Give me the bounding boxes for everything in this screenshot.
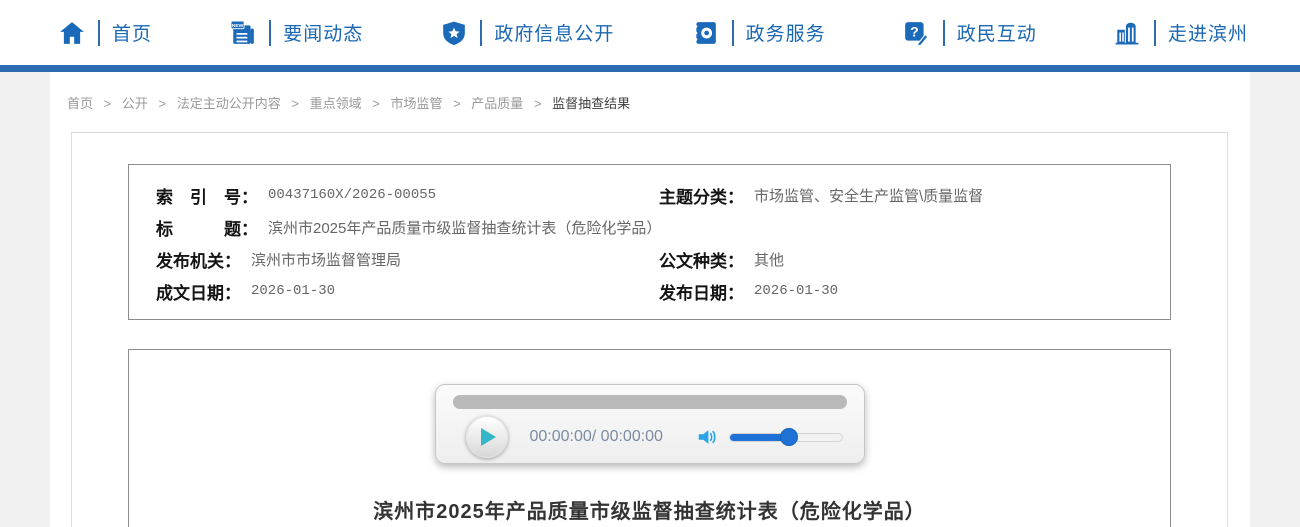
meta-label: 发布机关： <box>156 251 241 271</box>
meta-label: 索 引 号： <box>156 187 258 207</box>
nav-divider <box>731 19 734 46</box>
meta-field-doc-type: 公文种类： 其他 <box>659 247 1170 272</box>
meta-value: 市场监管、安全生产监管\质量监督 <box>754 187 984 205</box>
nav-accent-bar <box>0 65 1300 72</box>
interaction-icon: ? <box>903 19 930 46</box>
play-icon <box>481 428 496 446</box>
meta-field-date-published: 发布日期： 2026-01-30 <box>659 279 1170 304</box>
document-meta-table: 索 引 号： 00437160X/2026-00055 主题分类： 市场监管、安… <box>128 164 1171 320</box>
meta-field-category: 主题分类： 市场监管、安全生产监管\质量监督 <box>659 183 1170 208</box>
breadcrumb-item-home[interactable]: 首页 <box>67 96 93 111</box>
nav-divider <box>269 19 272 46</box>
nav-item-interaction[interactable]: ? 政民互动 <box>903 19 1037 46</box>
breadcrumb-separator: > <box>453 96 461 111</box>
meta-label: 发布日期： <box>659 283 744 303</box>
audio-progress-bar[interactable] <box>452 395 847 409</box>
article-content-box: 00:00:00/ 00:00:00 滨州市2025年产品质量市级监督抽查统计表… <box>128 349 1171 527</box>
nav-item-label: 政务服务 <box>745 24 826 45</box>
meta-label: 主题分类： <box>659 187 744 207</box>
main-panel: 首页 > 公开 > 法定主动公开内容 > 重点领域 > 市场监管 > 产品质量 … <box>50 72 1250 527</box>
play-button[interactable] <box>465 416 508 458</box>
volume-slider[interactable] <box>728 428 843 446</box>
meta-value: 其他 <box>754 251 785 269</box>
breadcrumb-separator: > <box>291 96 299 111</box>
nav-item-home[interactable]: 首页 <box>58 19 152 46</box>
meta-row: 索 引 号： 00437160X/2026-00055 主题分类： 市场监管、安… <box>129 179 1170 211</box>
audio-time-display: 00:00:00/ 00:00:00 <box>529 428 663 445</box>
svg-text:NEW: NEW <box>231 22 243 28</box>
gov-info-icon <box>440 19 467 46</box>
nav-item-label: 要闻动态 <box>283 24 364 45</box>
city-icon <box>1114 19 1141 46</box>
volume-icon[interactable] <box>696 426 718 448</box>
meta-row: 标 题： 滨州市2025年产品质量市级监督抽查统计表（危险化学品） <box>129 211 1170 243</box>
volume-controls <box>696 426 847 448</box>
meta-value: 2026-01-30 <box>251 283 336 299</box>
breadcrumb-item-current: 监督抽查结果 <box>552 96 631 111</box>
services-icon <box>692 19 719 46</box>
volume-thumb[interactable] <box>779 428 798 446</box>
nav-item-news[interactable]: NEW 要闻动态 <box>229 19 363 46</box>
news-icon: NEW <box>229 19 256 46</box>
breadcrumb-item-key-areas[interactable]: 重点领域 <box>310 96 362 111</box>
audio-controls: 00:00:00/ 00:00:00 <box>453 416 847 458</box>
meta-value: 2026-01-30 <box>754 283 839 299</box>
svg-text:?: ? <box>910 23 919 39</box>
nav-item-services[interactable]: 政务服务 <box>692 19 826 46</box>
nav-item-label: 首页 <box>112 24 153 45</box>
breadcrumb: 首页 > 公开 > 法定主动公开内容 > 重点领域 > 市场监管 > 产品质量 … <box>50 72 1250 132</box>
breadcrumb-item-market-regulation[interactable]: 市场监管 <box>390 96 442 111</box>
article-container: 索 引 号： 00437160X/2026-00055 主题分类： 市场监管、安… <box>71 132 1228 527</box>
meta-row: 发布机关： 滨州市市场监督管理局 公文种类： 其他 <box>129 243 1170 275</box>
meta-row: 成文日期： 2026-01-30 发布日期： 2026-01-30 <box>129 275 1170 307</box>
nav-item-label: 政民互动 <box>956 24 1037 45</box>
meta-value: 00437160X/2026-00055 <box>268 187 437 203</box>
nav-divider <box>1153 19 1156 46</box>
nav-divider <box>942 19 945 46</box>
nav-item-label: 走进滨州 <box>1167 24 1248 45</box>
home-icon <box>58 19 85 46</box>
meta-value: 滨州市2025年产品质量市级监督抽查统计表（危险化学品） <box>268 219 662 237</box>
breadcrumb-item-product-quality[interactable]: 产品质量 <box>471 96 523 111</box>
meta-label: 成文日期： <box>156 283 241 303</box>
breadcrumb-item-statutory[interactable]: 法定主动公开内容 <box>177 96 281 111</box>
nav-divider <box>480 19 483 46</box>
nav-item-gov-info[interactable]: 政府信息公开 <box>440 19 614 46</box>
meta-label: 标 题： <box>156 219 258 239</box>
breadcrumb-separator: > <box>103 96 112 111</box>
meta-field-date-written: 成文日期： 2026-01-30 <box>129 279 659 304</box>
nav-item-label: 政府信息公开 <box>494 24 615 45</box>
meta-field-issuer: 发布机关： 滨州市市场监督管理局 <box>129 247 659 272</box>
meta-label: 公文种类： <box>659 251 744 271</box>
breadcrumb-separator: > <box>158 96 167 111</box>
meta-field-title: 标 题： 滨州市2025年产品质量市级监督抽查统计表（危险化学品） <box>129 215 661 240</box>
breadcrumb-separator: > <box>533 96 542 111</box>
meta-field-index-no: 索 引 号： 00437160X/2026-00055 <box>129 183 659 208</box>
meta-value: 滨州市市场监督管理局 <box>251 251 402 269</box>
article-title: 滨州市2025年产品质量市级监督抽查统计表（危险化学品） <box>373 501 926 523</box>
breadcrumb-item-public[interactable]: 公开 <box>122 96 148 111</box>
audio-player: 00:00:00/ 00:00:00 <box>434 384 865 464</box>
nav-divider <box>98 19 100 46</box>
nav-item-about-city[interactable]: 走进滨州 <box>1114 19 1248 46</box>
breadcrumb-separator: > <box>372 96 380 111</box>
top-navigation: 首页 NEW 要闻动态 政府信息公开 政务服务 ? 政民互动 走进滨州 <box>0 0 1300 65</box>
